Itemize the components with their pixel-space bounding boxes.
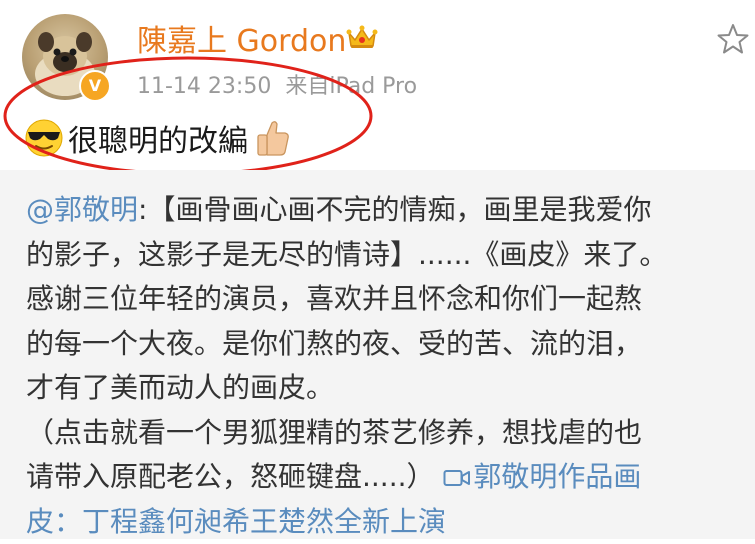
video-camera-icon (443, 470, 471, 486)
repost-card[interactable]: @郭敬明:【画骨画心画不完的情痴，画里是我爱你 的影子，这影子是无尽的情诗】..… (0, 170, 755, 539)
repost-body-line: 请带入原配老公，怒砸键盘.....） (26, 460, 435, 493)
repost-body-line: 的每一个大夜。是你们熬的夜、受的苦、流的泪， (26, 326, 643, 360)
repost-author-link[interactable]: @郭敬明 (26, 193, 138, 226)
star-icon[interactable] (716, 22, 750, 56)
post-time: 11-14 23:50 (137, 74, 272, 99)
verified-badge-icon: V (79, 70, 111, 102)
repost-body-line: 感谢三位年轻的演员，喜欢并且怀念和你们一起熬 (26, 282, 643, 315)
repost-body-line: （点击就看一个男狐狸精的茶艺修养，想找虐的也 (26, 415, 643, 449)
repost-text: @郭敬明:【画骨画心画不完的情痴，画里是我爱你 的影子，这影子是无尽的情诗】..… (26, 188, 736, 544)
repost-body-line: 的影子，这影子是无尽的情诗】......《画皮》来了。 (26, 237, 668, 271)
post-source: 来自iPad Pro (285, 74, 418, 99)
post-meta: 11-14 23:50 来自iPad Pro (137, 68, 431, 100)
video-link-text: 郭敬明作品画 (473, 460, 642, 493)
video-link[interactable]: 郭敬明作品画 (443, 460, 641, 493)
repost-body-line: 【画骨画心画不完的情痴，画里是我爱你 (147, 193, 652, 226)
sunglasses-emoji (25, 119, 63, 157)
crown-icon (346, 25, 378, 48)
post-text-line: 很聰明的改編 (24, 118, 290, 159)
repost-body-line: 才有了美而动人的画皮。 (26, 371, 335, 404)
thumbs-up-emoji (257, 121, 289, 156)
username[interactable]: 陳嘉上 Gordon (137, 16, 346, 60)
video-link-text-continued[interactable]: 皮：丁程鑫何昶希王楚然全新上演 (26, 505, 446, 538)
post-text: 很聰明的改編 (68, 124, 248, 159)
